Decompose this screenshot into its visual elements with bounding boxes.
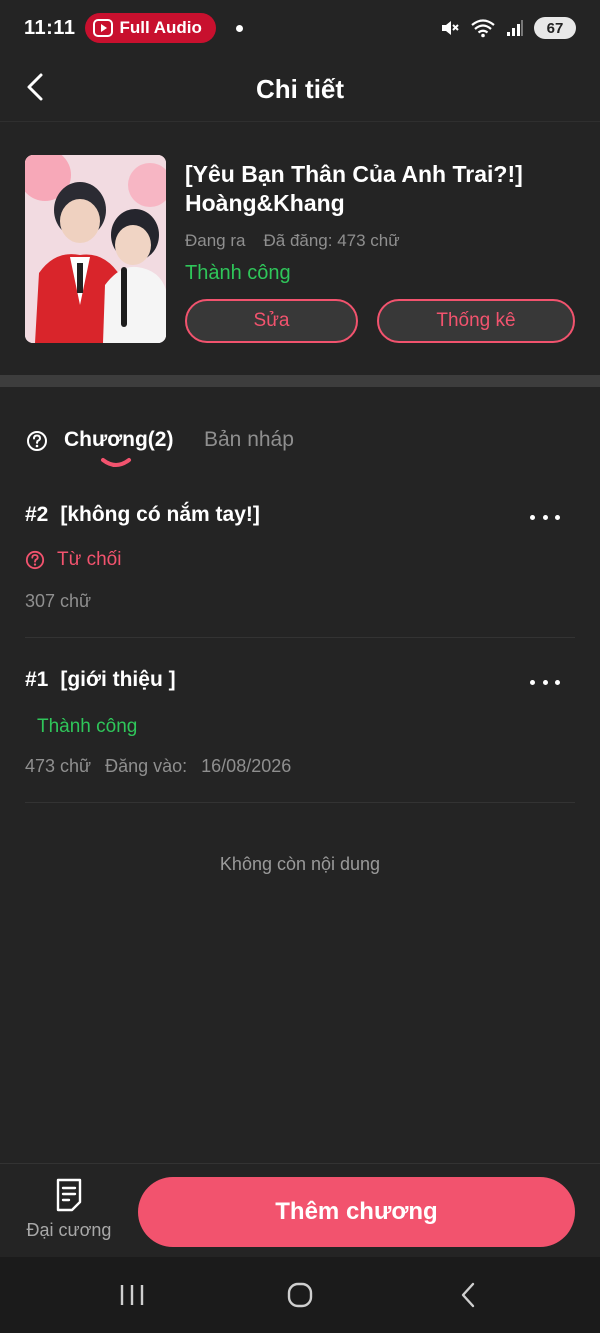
home-button[interactable]: [282, 1279, 318, 1311]
tab-chapters[interactable]: Chương(2): [64, 428, 173, 452]
book-meta: Đang ra Đã đăng: 473 chữ: [185, 231, 400, 251]
cover-image: [25, 155, 166, 343]
mute-icon: [442, 21, 459, 35]
more-options-icon[interactable]: [530, 507, 560, 527]
row-divider: [25, 637, 575, 638]
tab-active-indicator: [101, 458, 131, 467]
chapter-title: [giới thiệu ]: [60, 668, 176, 691]
notification-dot: [235, 24, 243, 32]
recent-apps-icon: [120, 1285, 144, 1305]
book-word-count: Đã đăng: 473 chữ: [263, 231, 400, 250]
chapter-word-count: 307 chữ: [25, 591, 92, 611]
chapter-state-label: Thành công: [37, 716, 138, 737]
chapter-state-label: Từ chối: [57, 549, 122, 570]
question-circle-icon: [25, 550, 45, 570]
status-badge: Thành công: [25, 716, 137, 738]
system-nav-bar: [0, 1257, 600, 1333]
battery-icon: 67: [534, 17, 576, 39]
chapter-number: #2: [25, 503, 49, 526]
row-divider: [25, 802, 575, 803]
chapter-info: 307 chữ: [25, 591, 91, 612]
book-summary: [Yêu Bạn Thân Của Anh Trai?!] Hoàng&Khan…: [0, 123, 600, 375]
tab-drafts[interactable]: Bản nháp: [204, 428, 294, 452]
recent-apps-button[interactable]: [114, 1279, 150, 1311]
list-item[interactable]: #2 [không có nắm tay!] Từ chối 307 chữ: [0, 503, 600, 637]
chapter-word-count: 473 chữ: [25, 756, 92, 776]
chapter-number: #1: [25, 668, 49, 691]
chapter-tabs: Chương(2) Bản nháp: [0, 420, 600, 474]
document-icon: [56, 1178, 82, 1212]
outline-label: Đại cương: [26, 1220, 112, 1240]
chapter-title: [không có nắm tay!]: [60, 503, 260, 526]
published-label: Đăng vào:: [105, 756, 188, 776]
chapter-heading: #1 [giới thiệu ]: [25, 668, 176, 692]
empty-note: Không còn nội dung: [219, 854, 381, 874]
book-title: [Yêu Bạn Thân Của Anh Trai?!] Hoàng&Khan…: [185, 161, 523, 216]
edit-button[interactable]: Sửa: [185, 299, 358, 343]
home-icon: [287, 1282, 313, 1308]
published-date: 16/08/2026: [201, 756, 292, 776]
top-bar: Chi tiết: [0, 56, 600, 122]
list-item[interactable]: #1 [giới thiệu ] Thành công 473 chữ Đăng…: [0, 668, 600, 802]
book-status-label: Đang ra: [185, 231, 246, 250]
chapter-heading: #2 [không có nắm tay!]: [25, 503, 260, 527]
publish-state: Thành công: [185, 262, 291, 284]
chapter-info: 473 chữ Đăng vào: 16/08/2026: [25, 756, 291, 777]
status-icons: 67: [440, 17, 576, 39]
status-bar: 11:11 Full Audio 67: [0, 0, 600, 56]
back-icon: [461, 1282, 475, 1308]
add-chapter-button[interactable]: Thêm chương: [138, 1177, 575, 1247]
page-title: Chi tiết: [255, 74, 345, 104]
outline-button[interactable]: Đại cương: [20, 1178, 118, 1248]
question-circle-icon[interactable]: [26, 430, 48, 452]
stats-button[interactable]: Thống kê: [377, 299, 575, 343]
signal-icon: [507, 20, 523, 36]
section-divider: [0, 375, 600, 387]
play-icon: [93, 19, 114, 37]
wifi-icon: [471, 19, 495, 38]
system-back-button[interactable]: [450, 1279, 486, 1311]
full-audio-pill[interactable]: Full Audio: [85, 13, 216, 43]
bottom-action-bar: Đại cương Thêm chương: [0, 1163, 600, 1257]
book-cover[interactable]: [25, 155, 166, 343]
status-badge: Từ chối: [25, 549, 121, 571]
status-time: 11:11: [24, 16, 76, 39]
full-audio-label: Full Audio: [119, 18, 202, 37]
more-options-icon[interactable]: [530, 672, 560, 692]
